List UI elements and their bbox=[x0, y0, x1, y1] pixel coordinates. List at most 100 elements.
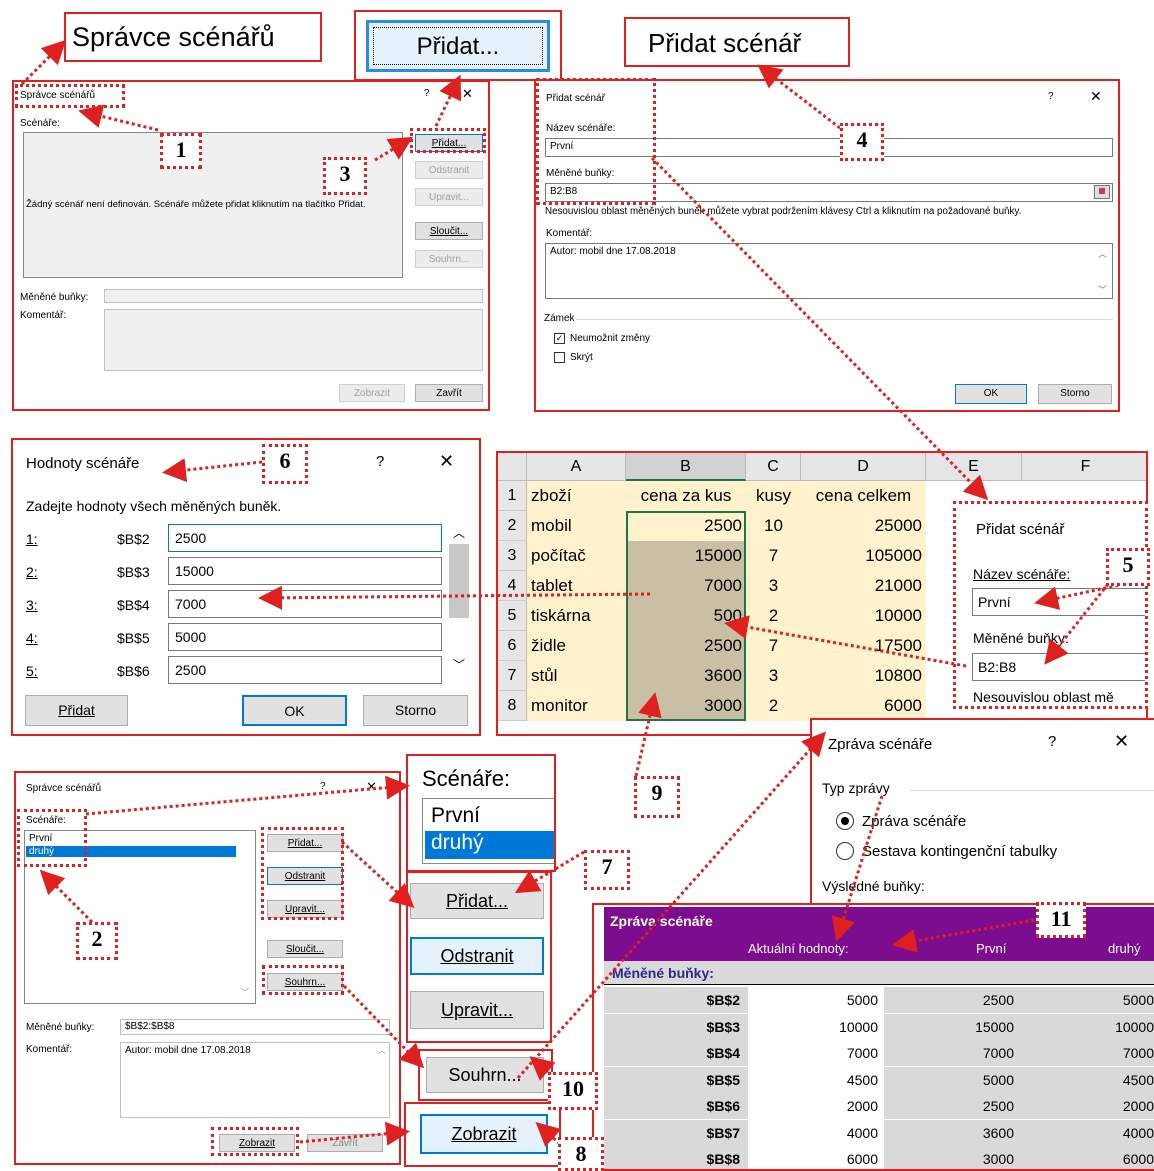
close-icon[interactable]: ✕ bbox=[439, 451, 454, 472]
row-header[interactable]: 3 bbox=[498, 541, 527, 571]
column-header[interactable]: B bbox=[626, 453, 746, 481]
help-icon[interactable]: ? bbox=[1048, 91, 1054, 102]
add-button[interactable]: Přidat bbox=[25, 695, 128, 726]
close-icon[interactable]: ✕ bbox=[1090, 88, 1102, 105]
column-header[interactable]: E bbox=[926, 453, 1022, 481]
show-button[interactable]: Zobrazit bbox=[339, 384, 405, 402]
row-header[interactable]: 4 bbox=[498, 571, 527, 601]
zoom-summary-button[interactable]: Souhrn... bbox=[426, 1057, 544, 1093]
row-header[interactable]: 7 bbox=[498, 661, 527, 691]
cell[interactable]: 3000 bbox=[630, 696, 742, 716]
cell[interactable]: 2500 bbox=[630, 636, 742, 656]
zoom-list-item-selected[interactable]: druhý bbox=[425, 831, 554, 859]
column-header[interactable]: C bbox=[746, 453, 801, 481]
cell[interactable]: 17500 bbox=[805, 636, 922, 656]
close-icon[interactable]: ✕ bbox=[1114, 731, 1129, 752]
zoom-add-button[interactable]: Přidat... bbox=[366, 20, 550, 72]
radio-report-selected[interactable] bbox=[836, 812, 854, 830]
cell[interactable]: 7 bbox=[750, 636, 797, 656]
help-icon[interactable]: ? bbox=[376, 453, 384, 470]
scenarios-list[interactable]: Žádný scénář není definován. Scénáře můž… bbox=[23, 132, 403, 278]
value-input[interactable]: 7000 bbox=[168, 590, 442, 618]
zoom-scenarios-list[interactable]: První druhý bbox=[422, 798, 554, 864]
cell[interactable]: 2 bbox=[750, 696, 797, 716]
radio-pivot[interactable] bbox=[836, 842, 854, 860]
cell[interactable]: 105000 bbox=[805, 546, 922, 566]
cell[interactable]: 10800 bbox=[805, 666, 922, 686]
select-all-corner[interactable] bbox=[498, 453, 527, 481]
cell[interactable]: 25000 bbox=[805, 516, 922, 536]
merge-button[interactable]: Sloučit... bbox=[267, 940, 343, 958]
row-header[interactable]: 6 bbox=[498, 631, 527, 661]
zoom-name-input[interactable]: První bbox=[972, 588, 1145, 616]
close-icon[interactable]: ✕ bbox=[462, 86, 473, 102]
header-cell[interactable]: kusy bbox=[750, 486, 797, 506]
cell[interactable]: tablet bbox=[531, 576, 622, 596]
column-header[interactable]: D bbox=[801, 453, 926, 481]
value-input[interactable]: 2500 bbox=[168, 524, 442, 552]
zoom-show-button[interactable]: Zobrazit bbox=[420, 1114, 548, 1154]
row-header[interactable]: 8 bbox=[498, 691, 527, 721]
help-icon[interactable]: ? bbox=[1048, 733, 1056, 750]
cell[interactable]: židle bbox=[531, 636, 622, 656]
column-header[interactable]: F bbox=[1022, 453, 1146, 481]
cell[interactable]: mobil bbox=[531, 516, 622, 536]
cell[interactable]: 3 bbox=[750, 666, 797, 686]
cell[interactable]: 2500 bbox=[630, 516, 742, 536]
comment-scroll-up-icon[interactable]: ︿ bbox=[1098, 247, 1107, 260]
cell[interactable]: monitor bbox=[531, 696, 622, 716]
zoom-edit-button[interactable]: Upravit... bbox=[410, 991, 544, 1029]
close-button[interactable]: Zavřít bbox=[415, 384, 483, 402]
cell[interactable]: 2 bbox=[750, 606, 797, 626]
scroll-up-icon[interactable]: ︿ bbox=[453, 524, 465, 541]
delete-button[interactable]: Odstranit bbox=[415, 161, 483, 179]
header-cell[interactable]: cena za kus bbox=[630, 486, 742, 506]
ok-button[interactable]: OK bbox=[955, 384, 1027, 404]
cell[interactable]: 3600 bbox=[630, 666, 742, 686]
value-input[interactable]: 2500 bbox=[168, 656, 442, 684]
column-header[interactable]: A bbox=[527, 453, 626, 481]
cell[interactable]: 10 bbox=[750, 516, 797, 536]
cell[interactable]: tiskárna bbox=[531, 606, 622, 626]
zoom-changing-input[interactable]: B2:B8 bbox=[972, 653, 1145, 681]
range-select-icon[interactable]: ▦ bbox=[1094, 185, 1110, 199]
help-icon[interactable]: ? bbox=[320, 781, 326, 792]
close-button[interactable]: Zavřít bbox=[307, 1134, 383, 1152]
cell[interactable]: 3 bbox=[750, 576, 797, 596]
cell[interactable]: 7 bbox=[750, 546, 797, 566]
header-cell[interactable]: cena celkem bbox=[805, 486, 922, 506]
row-header[interactable]: 5 bbox=[498, 601, 527, 631]
zoom-list-item[interactable]: První bbox=[431, 804, 480, 828]
cell[interactable]: 21000 bbox=[805, 576, 922, 596]
row-header[interactable]: 2 bbox=[498, 511, 527, 541]
value-input[interactable]: 5000 bbox=[168, 623, 442, 651]
cell[interactable]: 500 bbox=[630, 606, 742, 626]
list-scroll-down-icon[interactable]: ﹀ bbox=[241, 987, 249, 998]
cell[interactable]: stůl bbox=[531, 666, 622, 686]
cell[interactable]: 6000 bbox=[805, 696, 922, 716]
scroll-down-icon[interactable]: ﹀ bbox=[453, 656, 465, 673]
prevent-checkbox[interactable]: ✓ bbox=[554, 333, 565, 344]
close-icon[interactable]: ✕ bbox=[366, 779, 377, 795]
value-input[interactable]: 15000 bbox=[168, 557, 442, 585]
scroll-thumb[interactable] bbox=[449, 544, 469, 618]
cell[interactable]: 15000 bbox=[630, 546, 742, 566]
merge-button[interactable]: Sloučit... bbox=[415, 222, 483, 240]
hide-checkbox[interactable] bbox=[554, 352, 565, 363]
cancel-button[interactable]: Storno bbox=[363, 695, 468, 726]
cell[interactable]: počítač bbox=[531, 546, 622, 566]
row-header[interactable]: 1 bbox=[498, 481, 527, 511]
ok-button[interactable]: OK bbox=[242, 695, 347, 726]
header-cell[interactable]: zboží bbox=[531, 486, 622, 506]
cancel-button[interactable]: Storno bbox=[1038, 384, 1112, 404]
edit-button[interactable]: Upravit... bbox=[415, 188, 483, 206]
help-icon[interactable]: ? bbox=[424, 88, 430, 99]
zoom-delete-button[interactable]: Odstranit bbox=[410, 937, 544, 975]
comment-input[interactable]: Autor: mobil dne 17.08.2018 bbox=[545, 243, 1113, 299]
comment-scroll-down-icon[interactable]: ﹀ bbox=[1098, 283, 1107, 296]
cell[interactable]: 7000 bbox=[630, 576, 742, 596]
comment-scroll-up-icon[interactable]: ︿ bbox=[378, 1045, 386, 1056]
zoom-add-button[interactable]: Přidat... bbox=[410, 883, 544, 919]
summary-button[interactable]: Souhrn... bbox=[415, 250, 483, 268]
cell[interactable]: 10000 bbox=[805, 606, 922, 626]
